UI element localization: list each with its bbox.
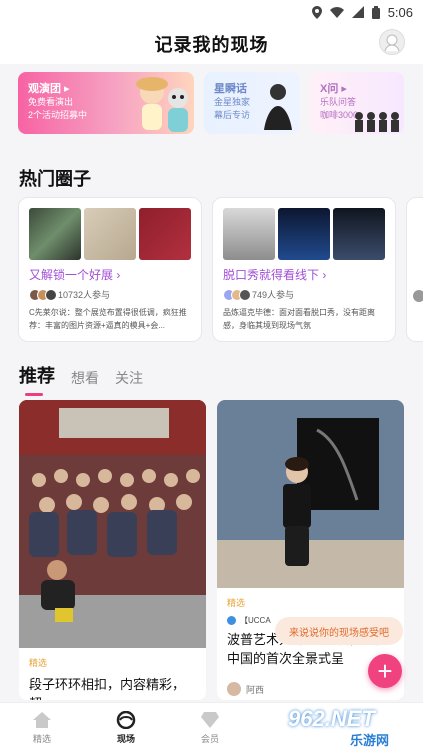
- nav-label: 现场: [116, 733, 135, 744]
- thumbnail-red-panel: [139, 208, 191, 260]
- cartoon-figures-illustration: [136, 77, 188, 132]
- circle-card-standup[interactable]: 脱口秀就得看线下 › 749人参与 品炼逼克毕德：面对面看脱口秀，没有距离感，身…: [212, 197, 396, 342]
- band-members-illustration: [355, 112, 399, 132]
- watermark-logo-text: 962.NET: [288, 706, 375, 731]
- avatar-face-icon: [384, 34, 400, 52]
- tab-recommended[interactable]: 推荐: [19, 362, 55, 396]
- tab-following[interactable]: 关注: [115, 368, 143, 388]
- nav-label: 会员: [200, 733, 219, 744]
- watermark-subtext: 乐游网: [350, 733, 390, 748]
- feed-title: 段子环环相扣，内容精彩，超: [29, 677, 186, 700]
- banner-x-question[interactable]: X问 ▸ 乐队问答 咖啡3000: [310, 72, 404, 134]
- author-name: 阿西: [246, 684, 265, 695]
- circle-title: 又解锁一个好展 ›: [29, 268, 121, 282]
- banner-watch-group[interactable]: 观演团 ▸ 免费看演出 2个活动招募中: [18, 72, 194, 134]
- member-avatars: [29, 288, 57, 301]
- home-icon: [33, 711, 51, 728]
- featured-tag: 精选: [29, 658, 48, 668]
- audience-photo: [19, 400, 206, 648]
- nav-label: 精选: [32, 733, 51, 744]
- nav-item-member[interactable]: 会员: [168, 703, 252, 752]
- thumbnail-sketch: [84, 208, 136, 260]
- circle-members: 10732人参与: [29, 288, 110, 301]
- circle-description: C先莱尔说：整个展览布置得很低调，疯狂推荐：丰富的图片资源+逼真的模具+会...: [29, 308, 187, 330]
- banner-title: 星瞬话: [214, 83, 247, 95]
- page-title: 记录我的现场: [154, 35, 269, 55]
- banner-subtitle: 免费看演出 2个活动招募中: [28, 97, 88, 120]
- hot-circles-heading: 热门圈子: [19, 169, 91, 189]
- diamond-icon: [201, 711, 219, 728]
- exhibition-photo: [217, 400, 404, 588]
- battery-icon: [371, 5, 380, 19]
- share-prompt-toast[interactable]: 来说说你的现场感受吧: [275, 617, 403, 645]
- signal-icon: [351, 6, 364, 18]
- performer-photo: [264, 84, 292, 130]
- author-info[interactable]: 阿西: [227, 682, 264, 696]
- promo-banners: 观演团 ▸ 免费看演出 2个活动招募中 星瞬话 金星独家 幕后专访 X问 ▸ 乐…: [18, 72, 423, 136]
- wifi-icon: [329, 6, 344, 18]
- member-count: 749人参与: [252, 290, 295, 300]
- clock-time: 5:06: [387, 4, 413, 20]
- feed-card[interactable]: 精选 【UCCA 波普艺术大师安迪·沃霍尔在中国的首次全景式呈 阿西: [217, 400, 404, 700]
- circle-members: 749人参与: [223, 288, 294, 301]
- location-icon: [311, 5, 322, 19]
- thumbnail-tv-art: [29, 208, 81, 260]
- banner-subtitle: 金星独家 幕后专访: [214, 97, 251, 120]
- banner-title: X问 ▸: [320, 83, 347, 95]
- member-avatar: [413, 290, 423, 302]
- app-header: 记录我的现场: [0, 24, 423, 64]
- thumbnail-comedian: [223, 208, 275, 260]
- thumbnail-poster: [333, 208, 385, 260]
- source-name: 【UCCA: [240, 616, 271, 625]
- member-count: 10732人参与: [58, 290, 111, 300]
- user-avatar[interactable]: [379, 29, 405, 55]
- banner-star-talk[interactable]: 星瞬话 金星独家 幕后专访: [204, 72, 300, 134]
- tab-want-to-see[interactable]: 想看: [71, 368, 99, 388]
- thumbnail-stage: [278, 208, 330, 260]
- circle-card-partial[interactable]: [406, 197, 423, 342]
- add-post-button[interactable]: +: [368, 654, 402, 688]
- nav-item-live[interactable]: 现场: [84, 703, 168, 752]
- circle-title: 脱口秀就得看线下 ›: [223, 268, 327, 282]
- nav-item-featured[interactable]: 精选: [0, 703, 84, 752]
- source-icon: [227, 616, 236, 625]
- circle-thumbnails: [223, 208, 385, 260]
- hot-circles-carousel[interactable]: 又解锁一个好展 › 10732人参与 C先莱尔说：整个展览布置得很低调，疯狂推荐…: [18, 197, 423, 343]
- live-eye-icon: [116, 710, 136, 729]
- circle-description: 品炼逼克毕德：面对面看脱口秀，没有距离感，身临其境到现场气氛: [223, 308, 375, 330]
- feed-card[interactable]: 精选 段子环环相扣，内容精彩，超: [19, 400, 206, 700]
- circle-thumbnails: [29, 208, 191, 260]
- author-avatar: [227, 682, 241, 696]
- member-avatars: [223, 288, 251, 301]
- status-bar: 5:06: [0, 0, 423, 24]
- featured-tag: 精选: [227, 598, 246, 608]
- circle-card-exhibition[interactable]: 又解锁一个好展 › 10732人参与 C先莱尔说：整个展览布置得很低调，疯狂推荐…: [18, 197, 202, 342]
- feed-tabs: 推荐 想看 关注: [19, 362, 143, 396]
- banner-title: 观演团 ▸: [28, 83, 70, 95]
- site-watermark: 962.NET 乐游网: [288, 704, 418, 748]
